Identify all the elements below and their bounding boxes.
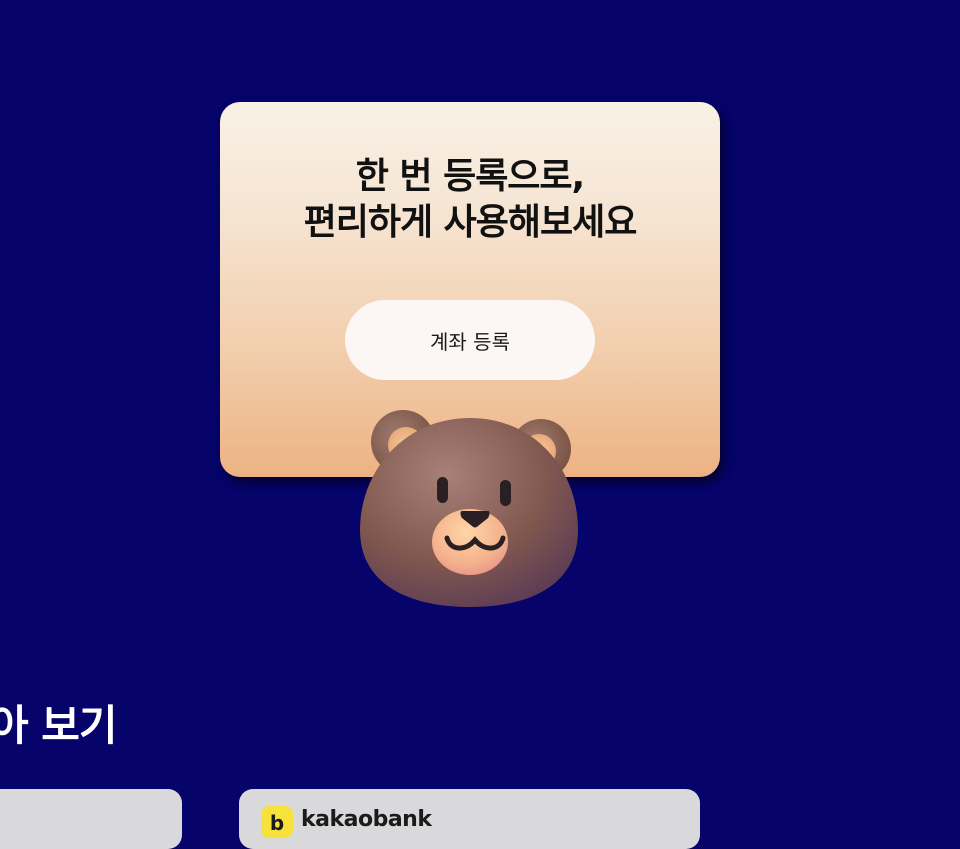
kakaobank-logo-icon: b	[261, 806, 293, 838]
bank-card-kakaobank[interactable]: b kakaobank	[239, 789, 700, 849]
promo-title-line2: 편리하게 사용해보세요	[303, 202, 638, 243]
section-title: 아 보기	[0, 701, 118, 750]
account-register-button[interactable]: 계좌 등록	[345, 300, 595, 380]
promo-title-line1: 한 번 등록으로,	[355, 156, 585, 197]
bank-name: kakaobank	[301, 807, 432, 832]
bear-mascot-icon	[360, 410, 578, 607]
bank-card[interactable]	[0, 789, 182, 849]
promo-title: 한 번 등록으로, 편리하게 사용해보세요	[220, 154, 720, 246]
